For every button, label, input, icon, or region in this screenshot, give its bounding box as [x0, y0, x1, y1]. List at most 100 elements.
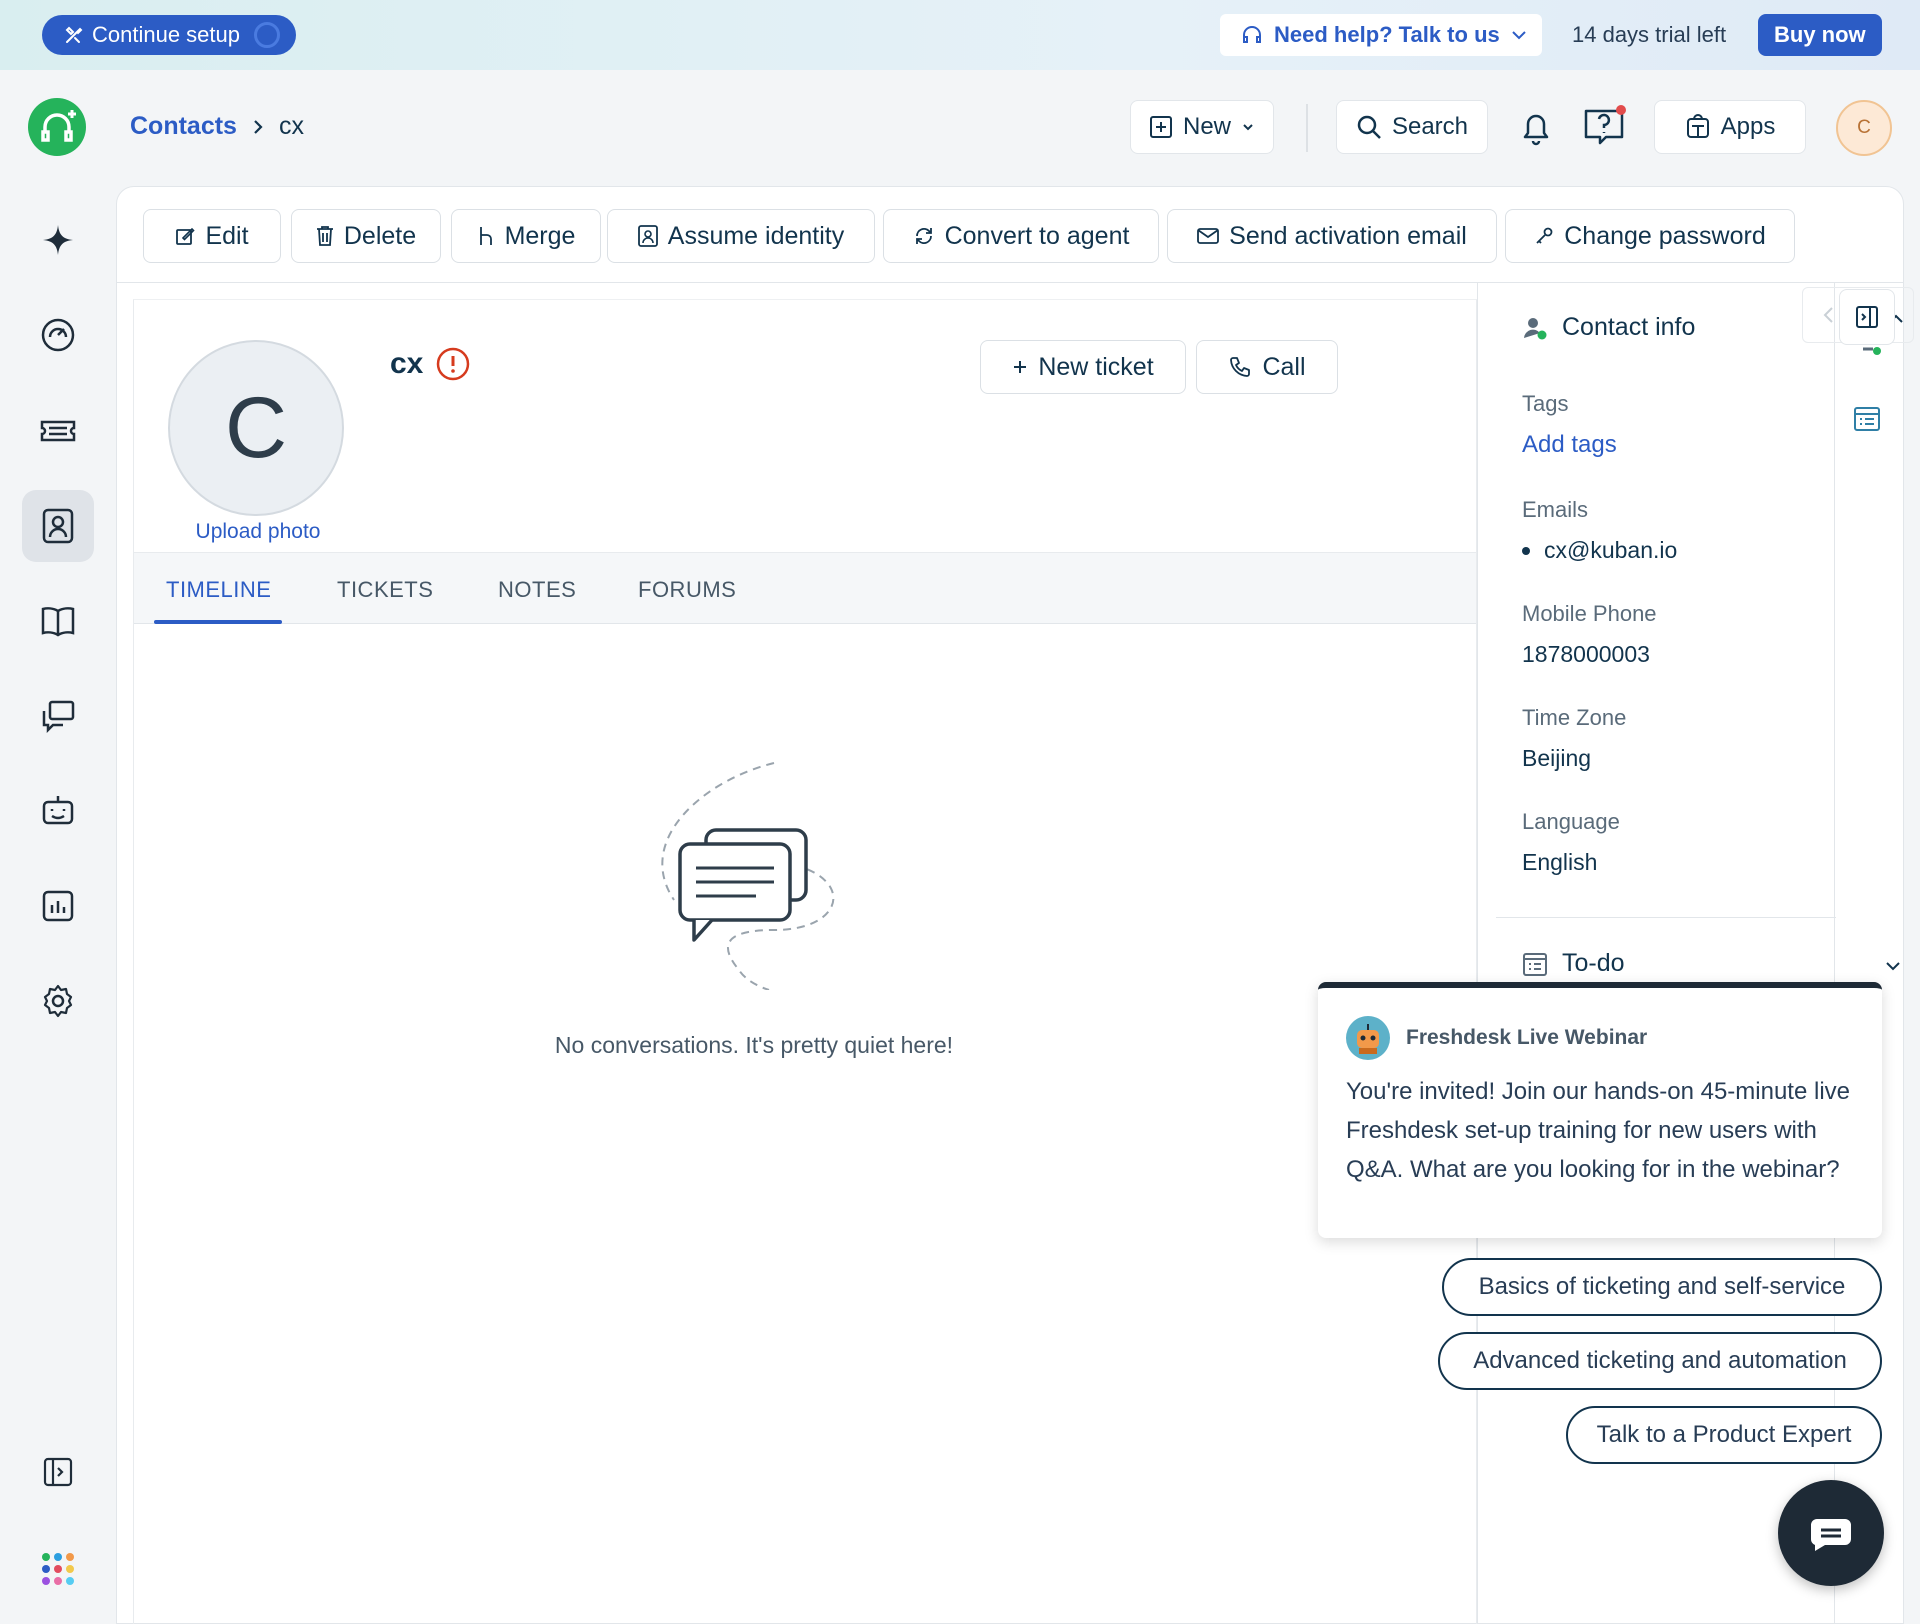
sparkle-icon: [41, 223, 75, 257]
contacts-icon: [41, 507, 75, 545]
expand-sidebar-icon: [42, 1456, 74, 1488]
webinar-option-advanced[interactable]: Advanced ticketing and automation: [1438, 1332, 1882, 1390]
add-tags-link[interactable]: Add tags: [1522, 431, 1617, 459]
search-icon: [1356, 114, 1382, 140]
chat-bubbles-icon: [40, 699, 76, 733]
help-center-button[interactable]: [1580, 100, 1628, 154]
send-activation-email-label: Send activation email: [1229, 221, 1467, 250]
contact-avatar[interactable]: C: [168, 340, 344, 516]
tools-icon: [64, 25, 84, 45]
tab-forums[interactable]: FORUMS: [638, 577, 736, 603]
collapse-panel-button[interactable]: [1839, 289, 1895, 345]
empty-conversations-illustration: [644, 760, 864, 990]
empty-timeline-message: No conversations. It's pretty quiet here…: [554, 1032, 954, 1058]
nav-ai-sparkle[interactable]: [22, 204, 94, 276]
nav-knowledge-base[interactable]: [22, 585, 94, 657]
plus-icon: [1012, 359, 1028, 375]
tab-timeline[interactable]: TIMELINE: [166, 577, 271, 603]
plus-square-icon: [1149, 115, 1173, 139]
apps-icon: [1685, 114, 1711, 140]
email-item: cx@kuban.io: [1522, 537, 1677, 564]
reports-icon: [41, 889, 75, 923]
new-ticket-button[interactable]: New ticket: [980, 340, 1186, 394]
tab-notes[interactable]: NOTES: [498, 577, 576, 603]
search-button[interactable]: Search: [1336, 100, 1488, 154]
chevron-down-icon: [1510, 26, 1528, 44]
book-icon: [40, 605, 76, 637]
chat-launcher-button[interactable]: [1778, 1480, 1884, 1586]
bullet-icon: [1522, 546, 1530, 555]
webinar-body: You're invited! Join our hands-on 45-min…: [1346, 1078, 1850, 1183]
webinar-title: Freshdesk Live Webinar: [1406, 1026, 1648, 1049]
nav-app-switcher[interactable]: [22, 1533, 94, 1605]
apps-button[interactable]: Apps: [1654, 100, 1806, 154]
refresh-icon: [913, 225, 935, 247]
todo-title: To-do: [1562, 949, 1625, 977]
send-activation-email-button[interactable]: Send activation email: [1167, 209, 1497, 263]
breadcrumb-current: cx: [278, 112, 304, 140]
edit-icon: [175, 226, 196, 246]
app-grid-icon: [40, 1551, 76, 1587]
contact-tabs: TIMELINE TICKETS NOTES FORUMS: [134, 552, 1476, 624]
nav-reports[interactable]: [22, 870, 94, 942]
new-button[interactable]: New: [1130, 100, 1274, 154]
nav-bot[interactable]: [22, 775, 94, 847]
chevron-right-icon: [251, 118, 265, 136]
key-icon: [1534, 226, 1554, 246]
assume-identity-button[interactable]: Assume identity: [607, 209, 875, 263]
tab-tickets[interactable]: TICKETS: [337, 577, 433, 603]
nav-tickets[interactable]: [22, 395, 94, 467]
merge-button[interactable]: Merge: [451, 209, 601, 263]
bell-icon: [1519, 109, 1553, 147]
continue-setup-button[interactable]: Continue setup: [42, 15, 296, 55]
todo-header[interactable]: To-do: [1522, 949, 1625, 978]
mail-icon: [1197, 227, 1220, 245]
assume-identity-label: Assume identity: [667, 221, 845, 250]
gear-icon: [40, 983, 76, 1019]
user-avatar[interactable]: C: [1836, 100, 1892, 156]
nav-settings[interactable]: [22, 965, 94, 1037]
merge-icon: [477, 225, 495, 247]
nav-contacts[interactable]: [22, 490, 94, 562]
email-value[interactable]: cx@kuban.io: [1544, 537, 1677, 564]
freshdesk-logo[interactable]: [28, 98, 86, 156]
new-label: New: [1182, 113, 1231, 140]
nav-expand[interactable]: [22, 1436, 94, 1508]
nav-conversations[interactable]: [22, 680, 94, 752]
todo-widget-icon[interactable]: [1853, 405, 1881, 433]
edit-label: Edit: [205, 221, 249, 250]
trash-icon: [316, 225, 334, 247]
help-talk-button[interactable]: Need help? Talk to us: [1220, 14, 1542, 56]
buy-now-button[interactable]: Buy now: [1758, 14, 1882, 56]
change-password-button[interactable]: Change password: [1505, 209, 1795, 263]
change-password-label: Change password: [1564, 221, 1766, 250]
upload-photo-link[interactable]: Upload photo: [170, 520, 346, 544]
delete-label: Delete: [343, 221, 417, 250]
panel-toggle-icon: [1854, 304, 1880, 330]
breadcrumb: Contacts cx: [130, 112, 304, 141]
call-label: Call: [1262, 352, 1306, 381]
top-banner: Continue setup Need help? Talk to us 14 …: [0, 0, 1920, 70]
language-value: English: [1522, 849, 1598, 875]
contact-status-icon: [1861, 345, 1883, 357]
phone-icon: [1228, 355, 1252, 379]
convert-to-agent-button[interactable]: Convert to agent: [883, 209, 1159, 263]
edit-button[interactable]: Edit: [143, 209, 281, 263]
header-divider: [1306, 104, 1308, 152]
breadcrumb-contacts-link[interactable]: Contacts: [130, 112, 237, 141]
headset-icon: [1240, 23, 1264, 47]
notifications-button[interactable]: [1516, 104, 1556, 152]
contact-info-header[interactable]: Contact info: [1522, 313, 1695, 342]
webinar-option-basics[interactable]: Basics of ticketing and self-service: [1442, 1258, 1882, 1316]
warning-icon[interactable]: [435, 346, 471, 382]
nav-dashboard[interactable]: [22, 299, 94, 371]
delete-button[interactable]: Delete: [291, 209, 441, 263]
section-divider: [1496, 917, 1836, 918]
time-zone-label: Time Zone: [1522, 705, 1627, 730]
continue-setup-label: Continue setup: [92, 22, 240, 47]
webinar-option-product-expert[interactable]: Talk to a Product Expert: [1566, 1406, 1882, 1464]
call-button[interactable]: Call: [1196, 340, 1338, 394]
language-label: Language: [1522, 809, 1620, 834]
bot-icon: [40, 793, 76, 829]
chevron-down-icon: [1241, 120, 1255, 134]
